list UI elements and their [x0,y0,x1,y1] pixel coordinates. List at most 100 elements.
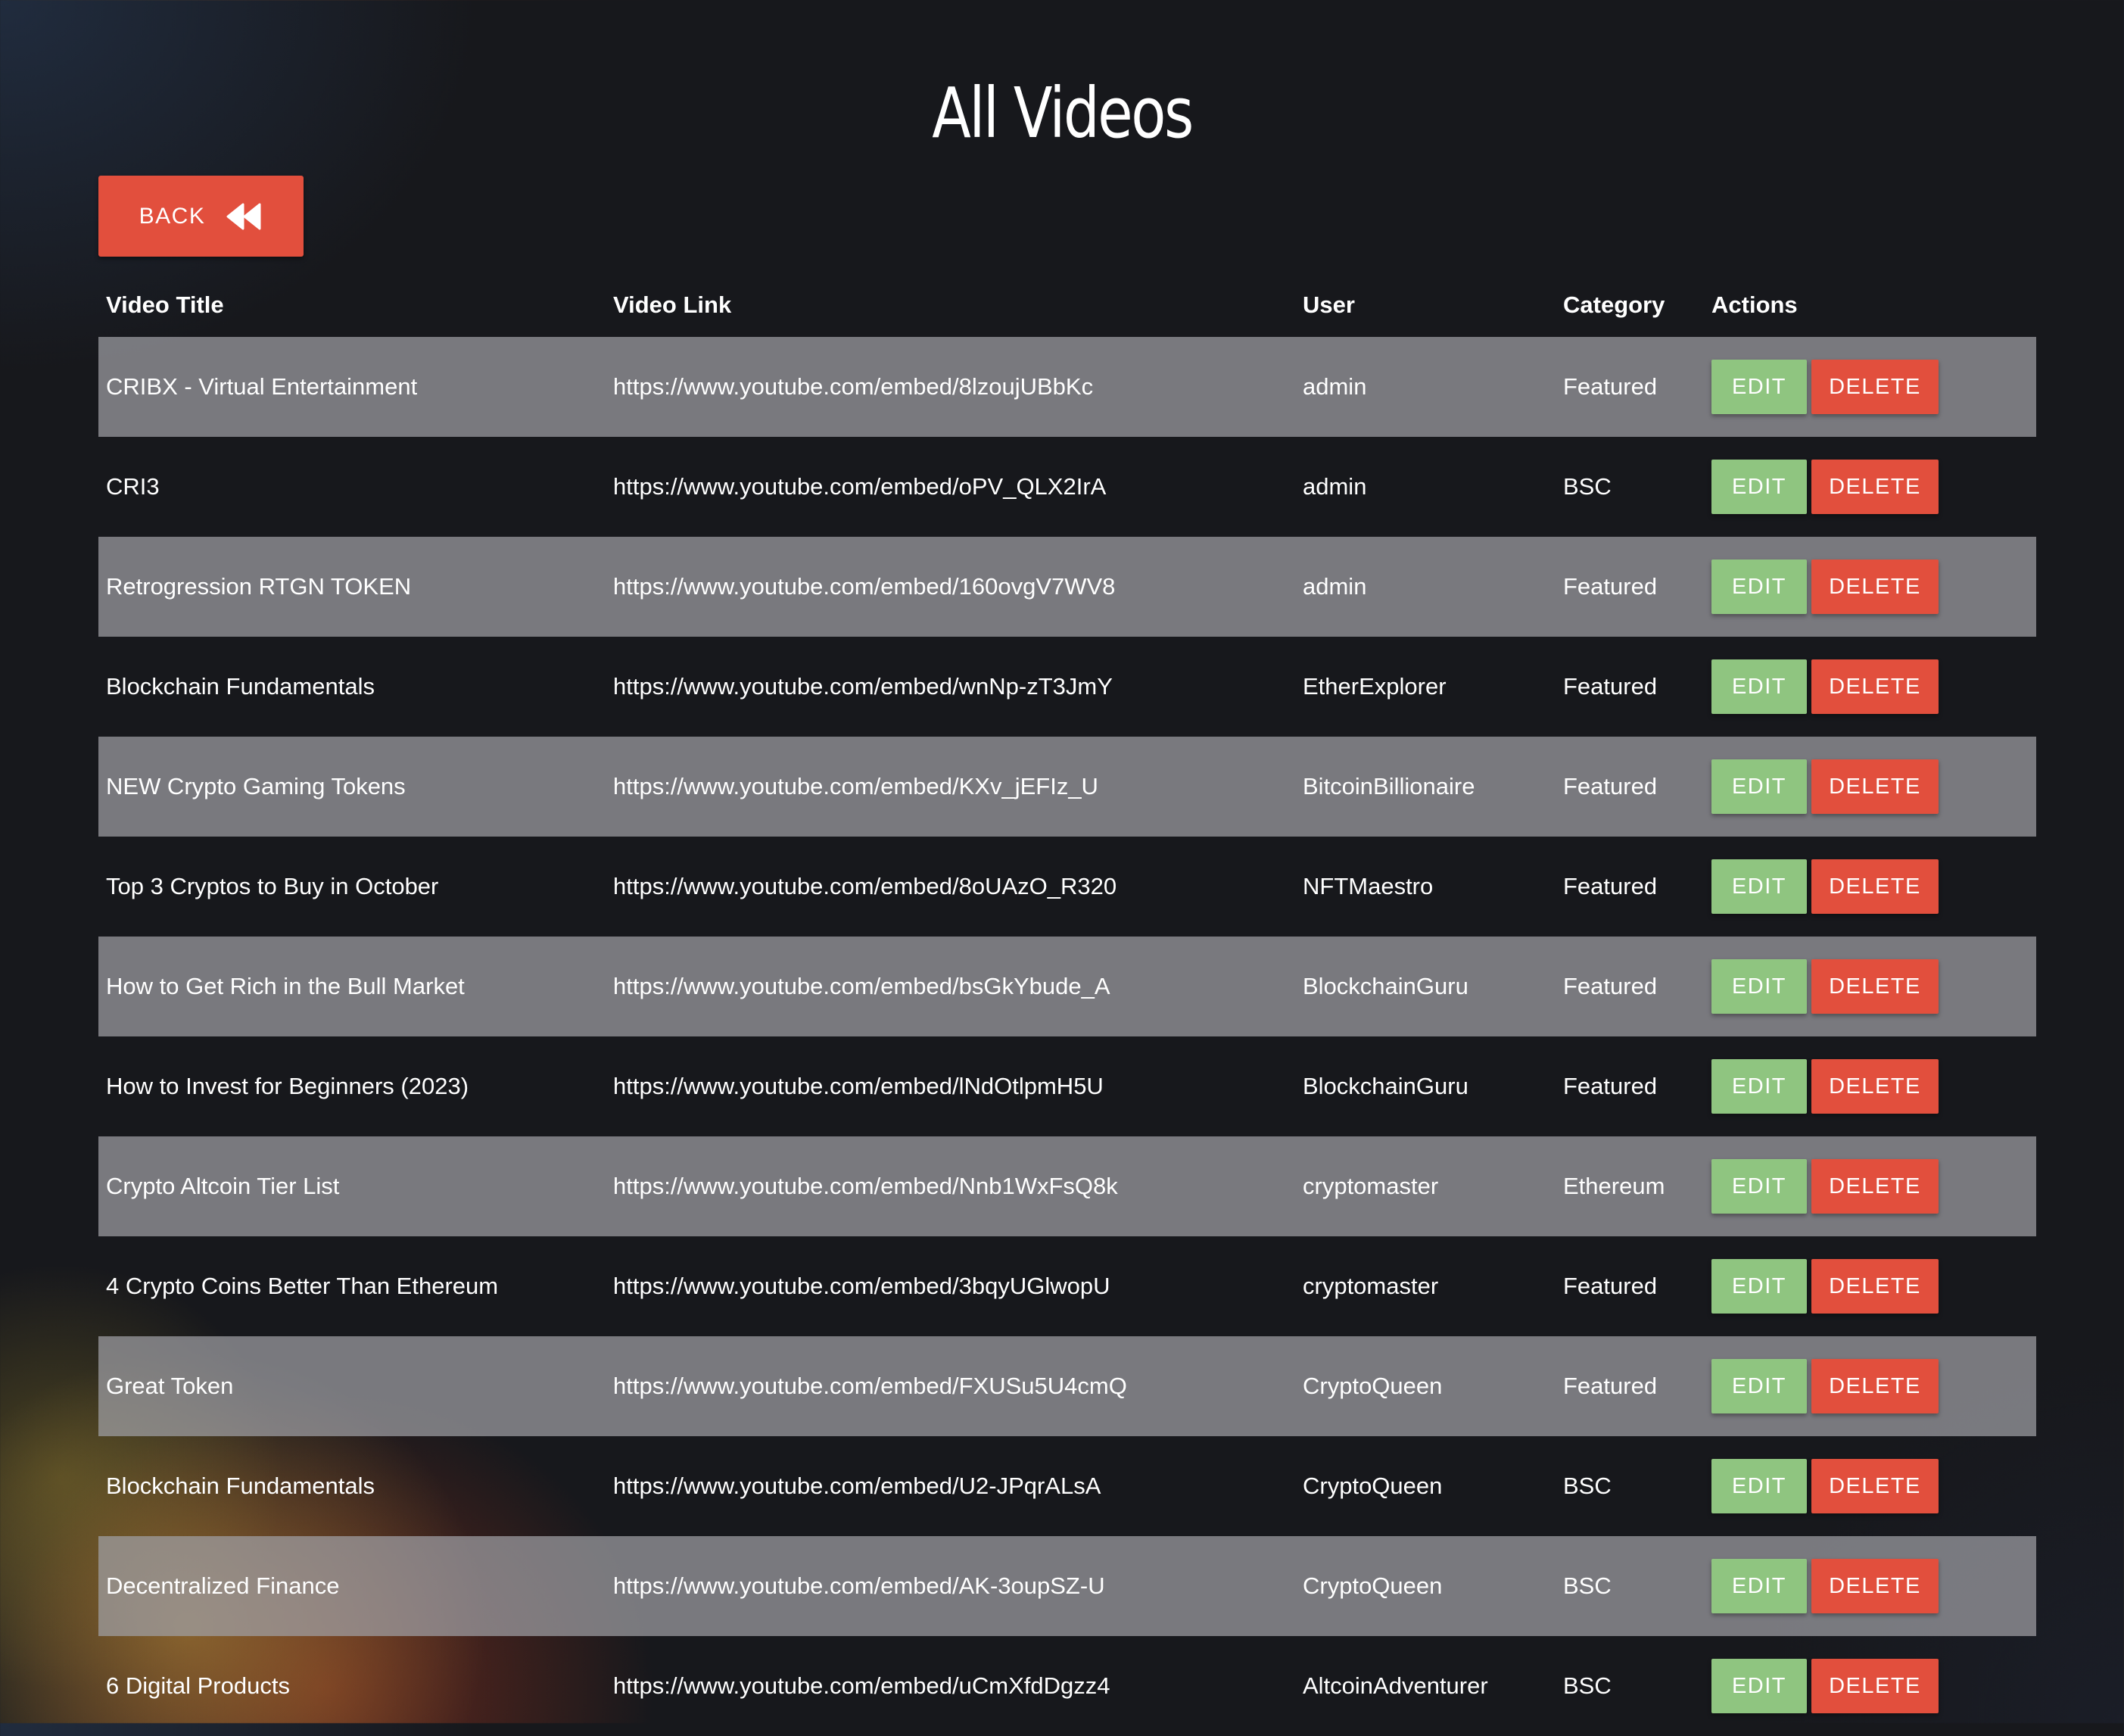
delete-button[interactable]: DELETE [1811,1259,1939,1314]
actions-cell: EDIT DELETE [1704,1036,2036,1136]
user-cell: EtherExplorer [1303,673,1447,700]
edit-button[interactable]: EDIT [1711,1059,1807,1114]
delete-button[interactable]: DELETE [1811,360,1939,414]
actions-cell: EDIT DELETE [1704,837,2036,937]
video-title-cell: Crypto Altcoin Tier List [106,1173,340,1199]
user-cell: NFTMaestro [1303,873,1434,899]
table-body: CRIBX - Virtual Entertainment https://ww… [98,337,2036,1736]
video-title-cell: How to Invest for Beginners (2023) [106,1073,469,1099]
video-link-cell: https://www.youtube.com/embed/lNdOtlpmH5… [613,1073,1104,1099]
category-cell: BSC [1563,1572,1612,1599]
table-row: NEW Crypto Gaming Tokens https://www.you… [98,737,2036,837]
edit-button[interactable]: EDIT [1711,1259,1807,1314]
video-link-cell: https://www.youtube.com/embed/bsGkYbude_… [613,973,1110,999]
delete-button[interactable]: DELETE [1811,1459,1939,1513]
column-header-actions: Actions [1711,291,1798,318]
actions-cell: EDIT DELETE [1704,1136,2036,1236]
video-link-cell: https://www.youtube.com/embed/FXUSu5U4cm… [613,1373,1127,1399]
video-link-cell: https://www.youtube.com/embed/KXv_jEFIz_… [613,773,1098,799]
video-title-cell: Decentralized Finance [106,1572,340,1599]
video-link-cell: https://www.youtube.com/embed/Nnb1WxFsQ8… [613,1173,1118,1199]
edit-button[interactable]: EDIT [1711,1359,1807,1413]
user-cell: AltcoinAdventurer [1303,1672,1488,1699]
user-cell: BlockchainGuru [1303,973,1468,999]
actions-cell: EDIT DELETE [1704,1536,2036,1636]
delete-button[interactable]: DELETE [1811,659,1939,714]
delete-button[interactable]: DELETE [1811,1359,1939,1413]
column-header-video-link: Video Link [613,291,732,318]
video-title-cell: CRIBX - Virtual Entertainment [106,373,418,400]
edit-button[interactable]: EDIT [1711,659,1807,714]
video-title-cell: 6 Digital Products [106,1672,290,1699]
table-row: CRI3 https://www.youtube.com/embed/oPV_Q… [98,437,2036,537]
delete-button[interactable]: DELETE [1811,460,1939,514]
delete-button[interactable]: DELETE [1811,559,1939,614]
actions-cell: EDIT DELETE [1704,1436,2036,1536]
video-title-cell: Great Token [106,1373,234,1399]
actions-cell: EDIT DELETE [1704,1636,2036,1736]
video-title-cell: NEW Crypto Gaming Tokens [106,773,406,799]
video-link-cell: https://www.youtube.com/embed/oPV_QLX2Ir… [613,473,1107,500]
table-row: Great Token https://www.youtube.com/embe… [98,1336,2036,1436]
table-header: Video Title Video Link User Category Act… [98,273,2036,337]
column-header-video-title: Video Title [106,291,224,318]
user-cell: cryptomaster [1303,1273,1439,1299]
edit-button[interactable]: EDIT [1711,360,1807,414]
category-cell: Featured [1563,773,1658,799]
video-link-cell: https://www.youtube.com/embed/160ovgV7WV… [613,573,1116,600]
table-row: Crypto Altcoin Tier List https://www.you… [98,1136,2036,1236]
user-cell: CryptoQueen [1303,1572,1443,1599]
category-cell: Featured [1563,1273,1658,1299]
delete-button[interactable]: DELETE [1811,759,1939,814]
edit-button[interactable]: EDIT [1711,1159,1807,1214]
delete-button[interactable]: DELETE [1811,1159,1939,1214]
back-button[interactable]: BACK [98,176,304,257]
category-cell: Featured [1563,673,1658,700]
actions-cell: EDIT DELETE [1704,537,2036,637]
delete-button[interactable]: DELETE [1811,1559,1939,1613]
category-cell: BSC [1563,1672,1612,1699]
back-button-label: BACK [139,203,206,229]
user-cell: admin [1303,573,1367,600]
actions-cell: EDIT DELETE [1704,1236,2036,1336]
videos-table: Video Title Video Link User Category Act… [98,273,2036,1736]
table-row: Decentralized Finance https://www.youtub… [98,1536,2036,1636]
edit-button[interactable]: EDIT [1711,959,1807,1014]
edit-button[interactable]: EDIT [1711,859,1807,914]
video-link-cell: https://www.youtube.com/embed/8lzoujUBbK… [613,373,1094,400]
edit-button[interactable]: EDIT [1711,759,1807,814]
category-cell: BSC [1563,473,1612,500]
user-cell: cryptomaster [1303,1173,1439,1199]
actions-cell: EDIT DELETE [1704,937,2036,1036]
delete-button[interactable]: DELETE [1811,1659,1939,1713]
actions-cell: EDIT DELETE [1704,1336,2036,1436]
user-cell: admin [1303,473,1367,500]
table-row: How to Invest for Beginners (2023) https… [98,1036,2036,1136]
table-row: Blockchain Fundamentals https://www.yout… [98,637,2036,737]
table-header-row: Video Title Video Link User Category Act… [98,273,2036,337]
edit-button[interactable]: EDIT [1711,1559,1807,1613]
user-cell: CryptoQueen [1303,1473,1443,1499]
table-row: 4 Crypto Coins Better Than Ethereum http… [98,1236,2036,1336]
table-row: Top 3 Cryptos to Buy in October https://… [98,837,2036,937]
category-cell: Featured [1563,973,1658,999]
user-cell: BlockchainGuru [1303,1073,1468,1099]
delete-button[interactable]: DELETE [1811,959,1939,1014]
category-cell: Featured [1563,873,1658,899]
delete-button[interactable]: DELETE [1811,1059,1939,1114]
delete-button[interactable]: DELETE [1811,859,1939,914]
table-row: CRIBX - Virtual Entertainment https://ww… [98,337,2036,437]
table-row: How to Get Rich in the Bull Market https… [98,937,2036,1036]
category-cell: Featured [1563,373,1658,400]
user-cell: CryptoQueen [1303,1373,1443,1399]
video-title-cell: CRI3 [106,473,160,500]
video-title-cell: Blockchain Fundamentals [106,1473,375,1499]
category-cell: Featured [1563,573,1658,600]
edit-button[interactable]: EDIT [1711,1459,1807,1513]
video-title-cell: Blockchain Fundamentals [106,673,375,700]
table-row: Blockchain Fundamentals https://www.yout… [98,1436,2036,1536]
edit-button[interactable]: EDIT [1711,559,1807,614]
edit-button[interactable]: EDIT [1711,1659,1807,1713]
category-cell: Featured [1563,1073,1658,1099]
edit-button[interactable]: EDIT [1711,460,1807,514]
